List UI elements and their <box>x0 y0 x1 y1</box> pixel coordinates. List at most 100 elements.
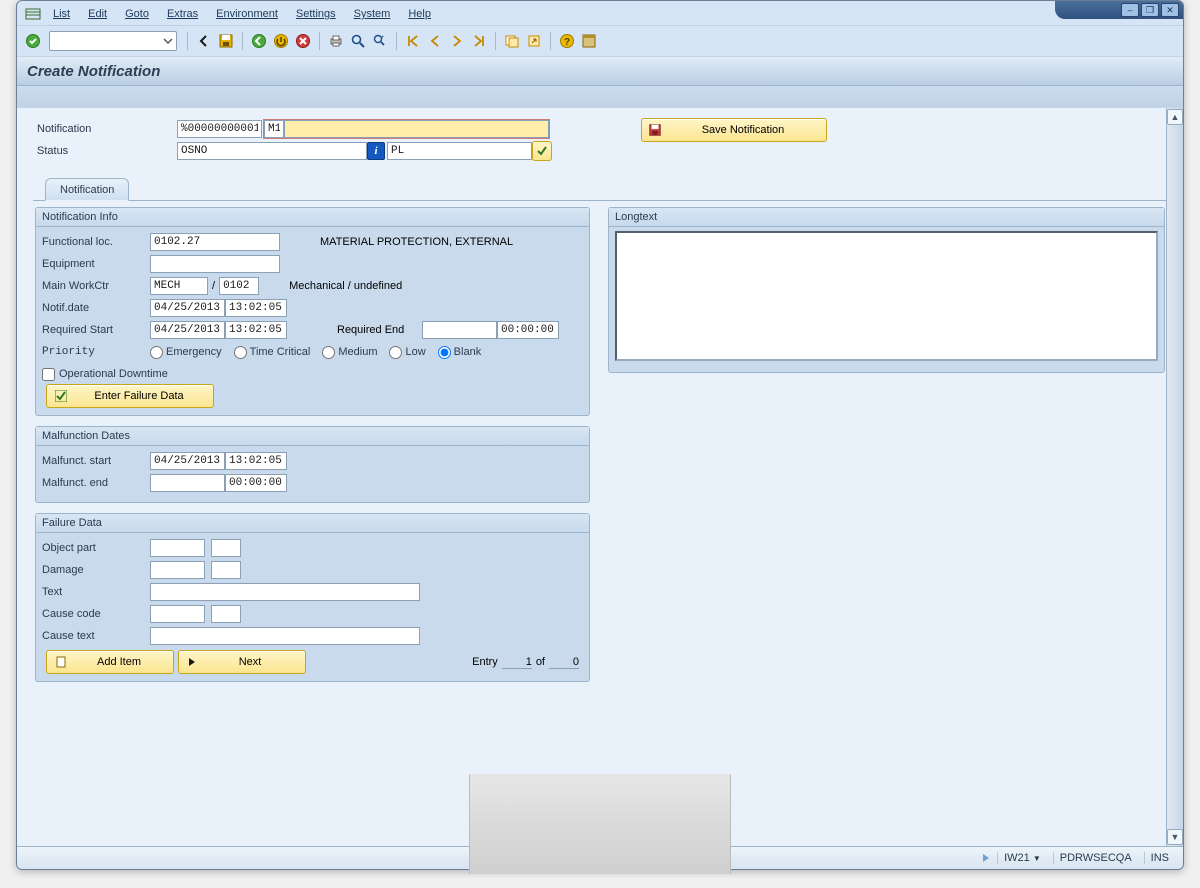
menu-environment[interactable]: Environment <box>208 6 286 22</box>
notification-description-field[interactable] <box>284 120 549 138</box>
required-start-label: Required Start <box>42 324 150 336</box>
window-close-button[interactable]: ✕ <box>1161 3 1179 17</box>
malfunct-end-date-field[interactable] <box>150 474 225 492</box>
menu-extras[interactable]: Extras <box>159 6 206 22</box>
status-info-icon[interactable]: i <box>367 142 385 160</box>
check-icon <box>55 390 67 402</box>
funcloc-label: Functional loc. <box>42 236 150 248</box>
malfunct-start-label: Malfunct. start <box>42 455 150 467</box>
required-end-date-field[interactable] <box>422 321 497 339</box>
add-item-button[interactable]: Add Item <box>46 650 174 674</box>
funcloc-desc: MATERIAL PROTECTION, EXTERNAL <box>320 236 513 248</box>
enter-icon[interactable] <box>23 31 43 51</box>
print-icon[interactable] <box>326 31 346 51</box>
cause-text-field[interactable] <box>150 627 420 645</box>
object-part-field-2[interactable] <box>211 539 241 557</box>
malfunct-end-label: Malfunct. end <box>42 477 150 489</box>
main-workctr-plant-field[interactable] <box>219 277 259 295</box>
next-button[interactable]: Next <box>178 650 306 674</box>
status-play-icon[interactable] <box>981 853 991 863</box>
window-controls: – ❐ ✕ <box>1055 1 1183 19</box>
floppy-icon <box>648 123 662 137</box>
longtext-title: Longtext <box>609 208 1164 227</box>
equipment-label: Equipment <box>42 258 150 270</box>
svg-text:?: ? <box>564 37 570 48</box>
back-icon[interactable] <box>194 31 214 51</box>
menu-corner-icon[interactable] <box>23 6 43 22</box>
operational-downtime-checkbox[interactable]: Operational Downtime <box>42 368 168 381</box>
text-field[interactable] <box>150 583 420 601</box>
status-check-button[interactable] <box>532 141 552 161</box>
save-notification-button[interactable]: Save Notification <box>641 118 827 142</box>
next-page-icon[interactable] <box>447 31 467 51</box>
help-icon[interactable]: ? <box>557 31 577 51</box>
notif-date-label: Notif.date <box>42 302 150 314</box>
exit-icon[interactable] <box>271 31 291 51</box>
scroll-down-icon[interactable]: ▼ <box>1167 829 1183 845</box>
menu-goto[interactable]: Goto <box>117 6 157 22</box>
required-start-time-field[interactable] <box>225 321 287 339</box>
main-workctr-desc: Mechanical / undefined <box>289 280 402 292</box>
notif-time-field[interactable] <box>225 299 287 317</box>
object-part-label: Object part <box>42 542 150 554</box>
entry-label: Entry <box>472 656 498 668</box>
new-session-icon[interactable] <box>502 31 522 51</box>
notification-label: Notification <box>37 123 177 135</box>
required-end-time-field[interactable] <box>497 321 559 339</box>
menu-settings[interactable]: Settings <box>288 6 344 22</box>
notification-number-field <box>177 120 262 138</box>
damage-field-1[interactable] <box>150 561 205 579</box>
longtext-textarea[interactable] <box>615 231 1158 361</box>
funcloc-field[interactable] <box>150 233 280 251</box>
tab-notification[interactable]: Notification <box>45 178 129 201</box>
priority-blank[interactable]: Blank <box>438 346 482 359</box>
find-icon[interactable] <box>348 31 368 51</box>
window-restore-button[interactable]: ❐ <box>1141 3 1159 17</box>
command-field[interactable] <box>49 31 177 51</box>
prev-page-icon[interactable] <box>425 31 445 51</box>
malfunct-start-date-field[interactable] <box>150 452 225 470</box>
menu-help[interactable]: Help <box>400 6 439 22</box>
menu-edit[interactable]: Edit <box>80 6 115 22</box>
priority-medium[interactable]: Medium <box>322 346 377 359</box>
entry-total: 0 <box>549 656 579 669</box>
equipment-field[interactable] <box>150 255 280 273</box>
shortcut-icon[interactable] <box>524 31 544 51</box>
cause-code-field-1[interactable] <box>150 605 205 623</box>
save-icon[interactable] <box>216 31 236 51</box>
play-icon <box>187 657 197 667</box>
main-workctr-label: Main WorkCtr <box>42 280 150 292</box>
vertical-scrollbar[interactable]: ▲ ▼ <box>1166 108 1183 847</box>
scroll-up-icon[interactable]: ▲ <box>1167 109 1183 125</box>
status-label: Status <box>37 145 177 157</box>
cause-text-label: Cause text <box>42 630 150 642</box>
menu-list[interactable]: List <box>45 6 78 22</box>
damage-field-2[interactable] <box>211 561 241 579</box>
cancel-icon[interactable] <box>293 31 313 51</box>
last-page-icon[interactable] <box>469 31 489 51</box>
enter-failure-data-button[interactable]: Enter Failure Data <box>46 384 214 408</box>
notification-info-title: Notification Info <box>36 208 589 227</box>
malfunct-start-time-field[interactable] <box>225 452 287 470</box>
svg-text:+: + <box>381 35 385 41</box>
find-next-icon[interactable]: + <box>370 31 390 51</box>
main-workctr-field[interactable] <box>150 277 208 295</box>
status-system: PDRWSECQA <box>1053 852 1138 864</box>
back-green-icon[interactable] <box>249 31 269 51</box>
notification-type-field[interactable] <box>264 120 284 138</box>
window-minimize-button[interactable]: – <box>1121 3 1139 17</box>
first-page-icon[interactable] <box>403 31 423 51</box>
entry-of: of <box>536 656 545 668</box>
malfunct-end-time-field[interactable] <box>225 474 287 492</box>
priority-time-critical[interactable]: Time Critical <box>234 346 311 359</box>
priority-emergency[interactable]: Emergency <box>150 346 222 359</box>
required-start-date-field[interactable] <box>150 321 225 339</box>
layout-icon[interactable] <box>579 31 599 51</box>
object-part-field-1[interactable] <box>150 539 205 557</box>
menu-system[interactable]: System <box>346 6 399 22</box>
cause-code-field-2[interactable] <box>211 605 241 623</box>
status-mode: INS <box>1144 852 1175 864</box>
notif-date-field[interactable] <box>150 299 225 317</box>
priority-low[interactable]: Low <box>389 346 425 359</box>
add-item-label: Add Item <box>73 656 165 668</box>
